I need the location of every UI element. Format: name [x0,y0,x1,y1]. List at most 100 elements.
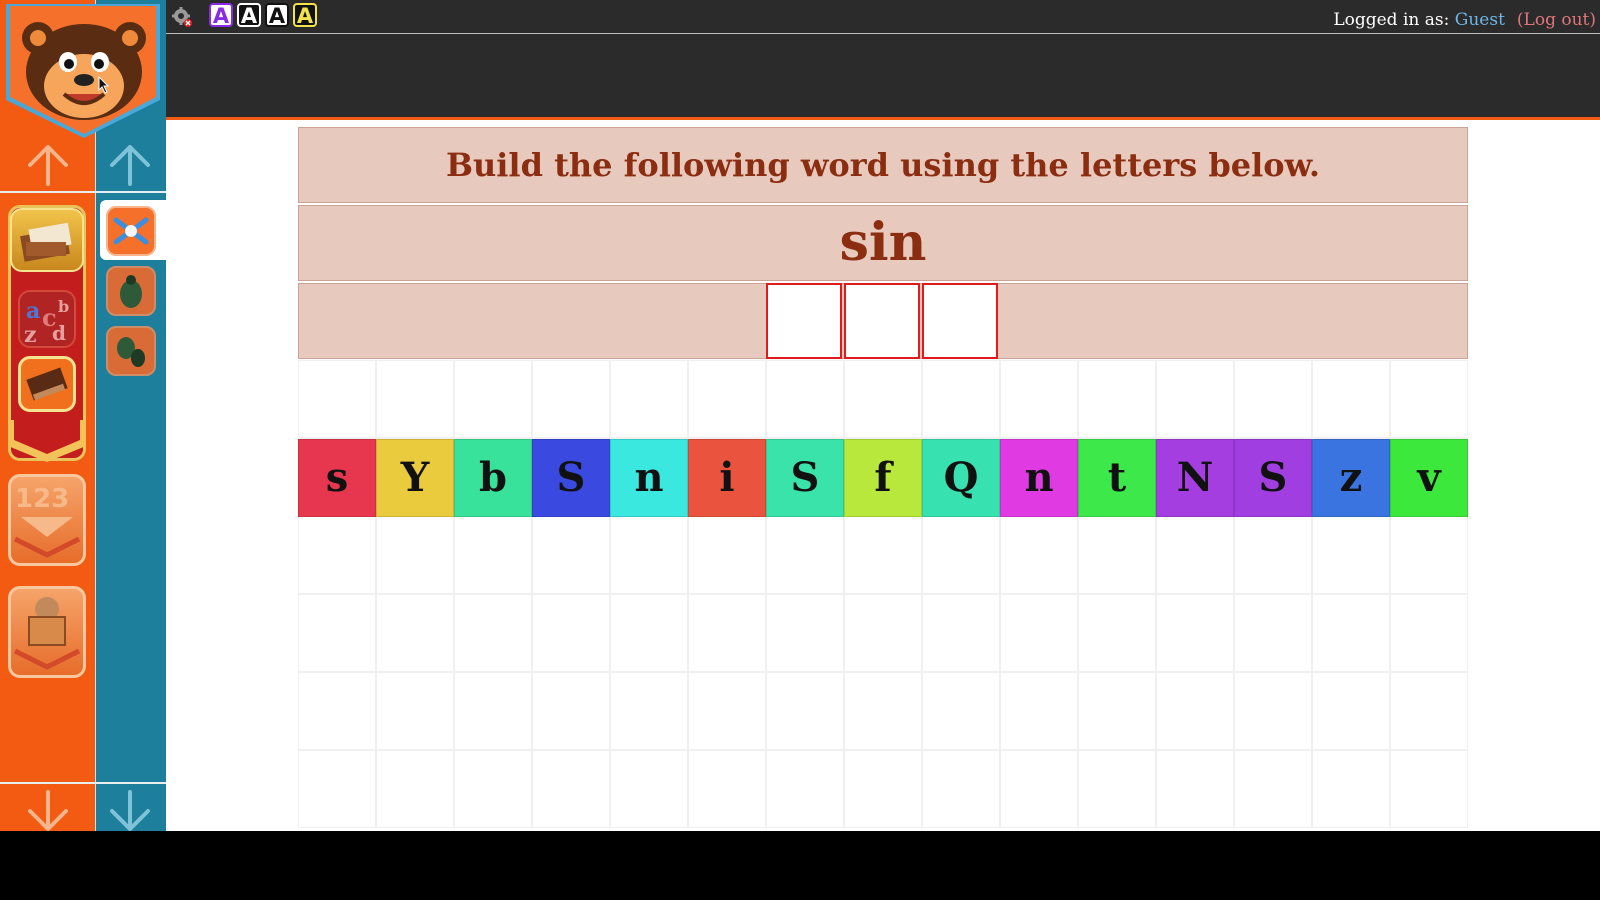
sub-nav-item-beetle-game[interactable] [106,266,156,316]
letter-tile[interactable]: S [1234,439,1312,517]
grid-cell [1312,750,1390,828]
grid-cell [922,672,1000,750]
book-icon [26,367,68,401]
grid-cell [1234,516,1312,594]
grid-cell [610,360,688,438]
nav-item-alphabet[interactable]: a c b z d [18,290,76,348]
grid-cell [376,594,454,672]
letter-tile[interactable]: S [766,439,844,517]
grid-cell [1390,360,1468,438]
letter-tile[interactable]: N [1156,439,1234,517]
letter-tile[interactable]: v [1390,439,1468,517]
grid-cell [1390,750,1468,828]
nav-item-reading-books[interactable] [10,208,84,272]
grid-cell [1234,594,1312,672]
answer-slot[interactable] [844,283,920,359]
contrast-option-3[interactable]: A [265,3,289,27]
settings-gear-icon[interactable] [171,6,193,28]
letter-tile[interactable]: z [1312,439,1390,517]
letter-tile[interactable]: n [610,439,688,517]
logout-link[interactable]: (Log out) [1517,10,1596,30]
grid-cell [532,594,610,672]
grid-cell [1390,672,1468,750]
letter-tile[interactable]: i [688,439,766,517]
scroll-down-arrow-icon[interactable] [26,790,70,832]
top-bar-divider [166,33,1600,34]
sub-nav-item-puzzle-game[interactable] [106,206,156,256]
grid-cell [532,516,610,594]
grid-cell [844,750,922,828]
bones-icon [113,217,149,245]
answer-slot[interactable] [922,283,998,359]
grid-cell [1078,360,1156,438]
grid-cell [1156,672,1234,750]
grid-cell [298,750,376,828]
top-bar: AAAA Logged in as: Guest (Log out) [166,0,1600,120]
numbers-icon: 123 [13,484,81,558]
nav-item-book[interactable] [18,356,76,412]
mouse-cursor-icon [98,76,110,94]
grid-cell [532,750,610,828]
grid-cell [1078,594,1156,672]
grid-cell [1312,672,1390,750]
target-word-band: sin [298,205,1468,281]
grid-cell [376,672,454,750]
grid-cell [1390,594,1468,672]
bottom-bar [0,831,1600,900]
nav-item-numbers[interactable]: 123 [8,474,86,566]
grid-cell [610,594,688,672]
alphabet-icon: a c b z d [24,297,69,348]
grid-cell [376,516,454,594]
contrast-option-4[interactable]: A [293,3,317,27]
grid-cell [298,594,376,672]
grid-cell [454,672,532,750]
grid-cell [1000,594,1078,672]
grid-cell [298,672,376,750]
letter-tile[interactable]: b [454,439,532,517]
grid-cell [844,672,922,750]
grid-cell [688,750,766,828]
grid-cell [454,594,532,672]
scroll-down-arrow-icon[interactable] [108,790,152,832]
svg-text:123: 123 [15,484,69,514]
grid-cell [298,516,376,594]
nav-item-character-box[interactable] [8,586,86,678]
grid-cell [1234,672,1312,750]
grid-cell [688,672,766,750]
user-info: Logged in as: Guest (Log out) [1333,10,1596,30]
contrast-option-2[interactable]: A [237,3,261,27]
letter-tile[interactable]: t [1078,439,1156,517]
sub-nav-item-beetles-game[interactable] [106,326,156,376]
letter-tile[interactable]: Q [922,439,1000,517]
grid-cell [1312,360,1390,438]
contrast-option-1[interactable]: A [209,3,233,27]
instruction-band: Build the following word using the lette… [298,127,1468,203]
grid-cell [766,672,844,750]
grid-cell [922,594,1000,672]
letter-tile[interactable]: n [1000,439,1078,517]
letter-tile[interactable]: f [844,439,922,517]
grid-cell [610,750,688,828]
grid-cell [1000,360,1078,438]
letter-tile[interactable]: s [298,439,376,517]
grid-cell [1156,360,1234,438]
grid-cell [688,594,766,672]
grid-cell [532,360,610,438]
letter-tile[interactable]: Y [376,439,454,517]
letter-tile[interactable]: S [532,439,610,517]
grid-cell [844,594,922,672]
grid-cell [922,516,1000,594]
bear-logo-icon[interactable] [4,4,163,140]
grid-cell [1000,516,1078,594]
answer-slot[interactable] [766,283,842,359]
grid-cell [1156,516,1234,594]
username-link[interactable]: Guest [1455,10,1505,30]
grid-cell [1312,594,1390,672]
scroll-up-arrow-icon[interactable] [108,144,152,186]
grid-cell [766,594,844,672]
grid-cell [1156,750,1234,828]
grid-cell [532,672,610,750]
svg-text:b: b [58,297,69,316]
scroll-up-arrow-icon[interactable] [26,144,70,186]
grid-cell [922,750,1000,828]
